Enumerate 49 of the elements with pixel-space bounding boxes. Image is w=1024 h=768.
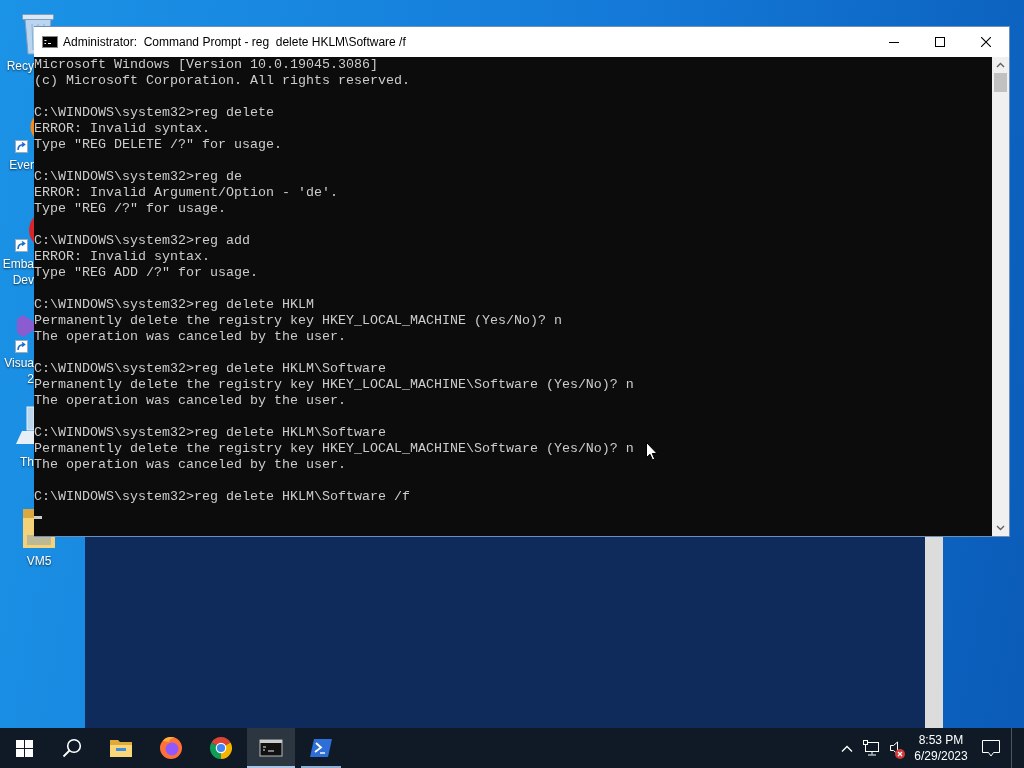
console-line: Type "REG /?" for usage. — [34, 201, 226, 217]
scrollbar-thumb[interactable] — [994, 73, 1007, 92]
console-line: C:\WINDOWS\system32>reg delete HKLM\Software — [34, 361, 386, 376]
search-icon — [62, 738, 82, 758]
speaker-icon — [890, 741, 900, 755]
window-title: Administrator: Command Prompt - reg delete HKLM\Software /f — [63, 35, 406, 49]
console-line: Permanently delete the registry key HKEY_LOCAL_MACHINE\Software (Yes/No)? n — [34, 377, 634, 393]
icon-label: VM5 — [25, 553, 53, 569]
clock-time[interactable]: 8:53 PM — [918, 732, 964, 748]
console-line: C:\WINDOWS\system32>reg add — [34, 233, 250, 249]
folder-icon — [109, 738, 133, 758]
browser-ring-icon — [209, 736, 233, 760]
console-line: C:\WINDOWS\system32>reg delete HKLM\Software — [34, 425, 386, 441]
windows-logo-icon — [15, 739, 33, 757]
console-line: C:\WINDOWS\system32>reg delete — [34, 105, 274, 121]
icon-label: Visua 2 — [3, 355, 34, 386]
scrollbar[interactable] — [992, 57, 1009, 536]
console-line: ERROR: Invalid syntax. — [34, 121, 210, 137]
console-line: Type "REG ADD /?" for usage. — [34, 265, 258, 280]
speech-bubble-icon — [982, 739, 1000, 757]
icon-label: Emba Dev — [1, 256, 34, 288]
icon-label: Ever — [8, 157, 34, 173]
console-line: Permanently delete the registry key HKEY_LOCAL_MACHINE\Software (Yes/No)? n — [34, 441, 634, 457]
terminal-icon — [42, 36, 58, 48]
shell-prompt-icon — [309, 738, 333, 758]
minimize-icon — [889, 41, 899, 43]
network-icon — [862, 740, 880, 756]
mouse-pointer-icon — [646, 442, 658, 461]
caret-up-icon — [841, 744, 853, 752]
maximize-icon — [935, 37, 945, 47]
console-line: Type "REG DELETE /?" for usage. — [34, 137, 282, 153]
console-line: (c) Microsoft Corporation. All rights reserved. — [34, 73, 410, 89]
icon-label: Recy — [5, 58, 34, 74]
terminal-icon — [259, 739, 283, 757]
console-line: C:\WINDOWS\system32>reg de — [34, 169, 242, 185]
close-icon — [981, 37, 991, 47]
icon-label: Th — [19, 454, 34, 470]
console-line: The operation was canceled by the user. — [34, 393, 346, 409]
fox-globe-icon — [159, 736, 183, 760]
console-line: C:\WINDOWS\system32>reg delete HKLM — [34, 297, 314, 313]
console-line: The operation was canceled by the user. — [34, 329, 346, 345]
console-line: The operation was canceled by the user. — [34, 457, 346, 473]
console-line: Microsoft Windows [Version 10.0.19045.3086] — [34, 57, 378, 72]
taskbar-button[interactable] — [247, 728, 295, 768]
console-line: ERROR: Invalid syntax. — [34, 249, 210, 264]
console-line: C:\WINDOWS\system32>reg delete HKLM\Software /f — [34, 489, 410, 505]
clock-date[interactable]: 6/29/2023 — [914, 748, 968, 764]
console-line: ERROR: Invalid Argument/Option - 'de'. — [34, 185, 338, 201]
console-line: Permanently delete the registry key HKEY_LOCAL_MACHINE (Yes/No)? n — [34, 313, 562, 329]
